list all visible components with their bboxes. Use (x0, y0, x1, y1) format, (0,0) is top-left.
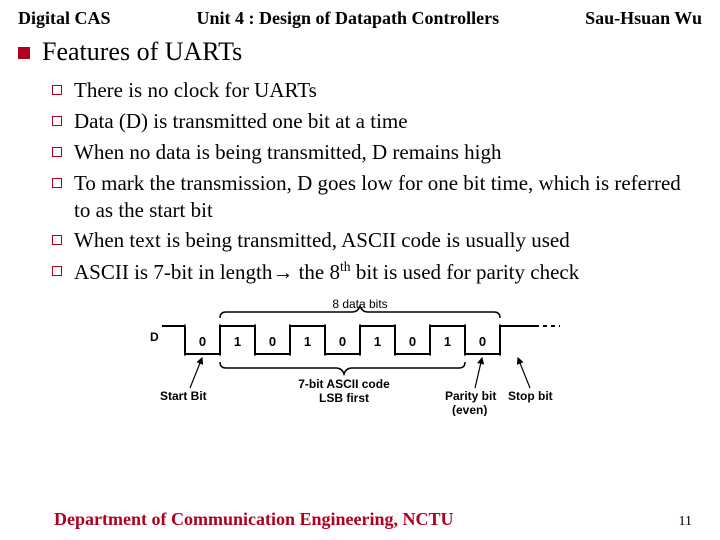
diagram-ascii-label2: LSB first (319, 391, 369, 405)
diagram-d-label: D (150, 330, 159, 344)
header-author: Sau-Hsuan Wu (585, 8, 702, 29)
bullet-solid-icon (18, 47, 30, 59)
list-item-text: When text is being transmitted, ASCII co… (74, 227, 570, 254)
bit-value: 1 (374, 334, 381, 349)
header-title: Unit 4 : Design of Datapath Controllers (111, 8, 586, 29)
diagram-parity-label: Parity bit (445, 389, 496, 403)
bullet-open-icon (52, 85, 62, 95)
list-item: To mark the transmission, D goes low for… (52, 170, 702, 224)
brace-icon (220, 306, 500, 318)
bit-value: 0 (479, 334, 486, 349)
list-item: There is no clock for UARTs (52, 77, 702, 104)
list-item: Data (D) is transmitted one bit at a tim… (52, 108, 702, 135)
slide-footer: Department of Communication Engineering,… (0, 509, 720, 530)
bullet-list: There is no clock for UARTs Data (D) is … (52, 77, 702, 286)
arrow-icon (475, 358, 482, 388)
bullet-open-icon (52, 147, 62, 157)
bit-value: 0 (199, 334, 206, 349)
bit-value: 1 (304, 334, 311, 349)
bit-value: 0 (269, 334, 276, 349)
header-left: Digital CAS (18, 8, 111, 29)
list-item-text: To mark the transmission, D goes low for… (74, 170, 702, 224)
bit-value: 1 (444, 334, 451, 349)
bullet-open-icon (52, 116, 62, 126)
diagram-parity-paren: (even) (452, 403, 487, 416)
page-number: 11 (679, 514, 692, 530)
diagram-start-label: Start Bit (160, 389, 207, 403)
slide-body: Features of UARTs There is no clock for … (0, 31, 720, 416)
footer-department: Department of Communication Engineering,… (54, 509, 453, 530)
brace-icon (220, 362, 465, 374)
diagram-ascii-label: 7-bit ASCII code (298, 377, 390, 391)
bullet-open-icon (52, 235, 62, 245)
title-row: Features of UARTs (18, 37, 702, 67)
bit-value: 1 (234, 334, 241, 349)
uart-timing-diagram: 8 data bits D 0 (130, 296, 590, 416)
arrow-icon (190, 358, 202, 388)
list-item-text: When no data is being transmitted, D rem… (74, 139, 502, 166)
bit-value: 0 (339, 334, 346, 349)
list-item-text: There is no clock for UARTs (74, 77, 317, 104)
list-item-text: ASCII is 7-bit in length→ the 8th bit is… (74, 258, 579, 286)
list-item-text: Data (D) is transmitted one bit at a tim… (74, 108, 408, 135)
list-item: ASCII is 7-bit in length→ the 8th bit is… (52, 258, 702, 286)
slide-title: Features of UARTs (42, 37, 242, 67)
bullet-open-icon (52, 266, 62, 276)
slide-header: Digital CAS Unit 4 : Design of Datapath … (0, 0, 720, 31)
arrow-icon (518, 358, 530, 388)
bullet-open-icon (52, 178, 62, 188)
list-item: When no data is being transmitted, D rem… (52, 139, 702, 166)
diagram-stop-label: Stop bit (508, 389, 553, 403)
bit-value: 0 (409, 334, 416, 349)
list-item: When text is being transmitted, ASCII co… (52, 227, 702, 254)
